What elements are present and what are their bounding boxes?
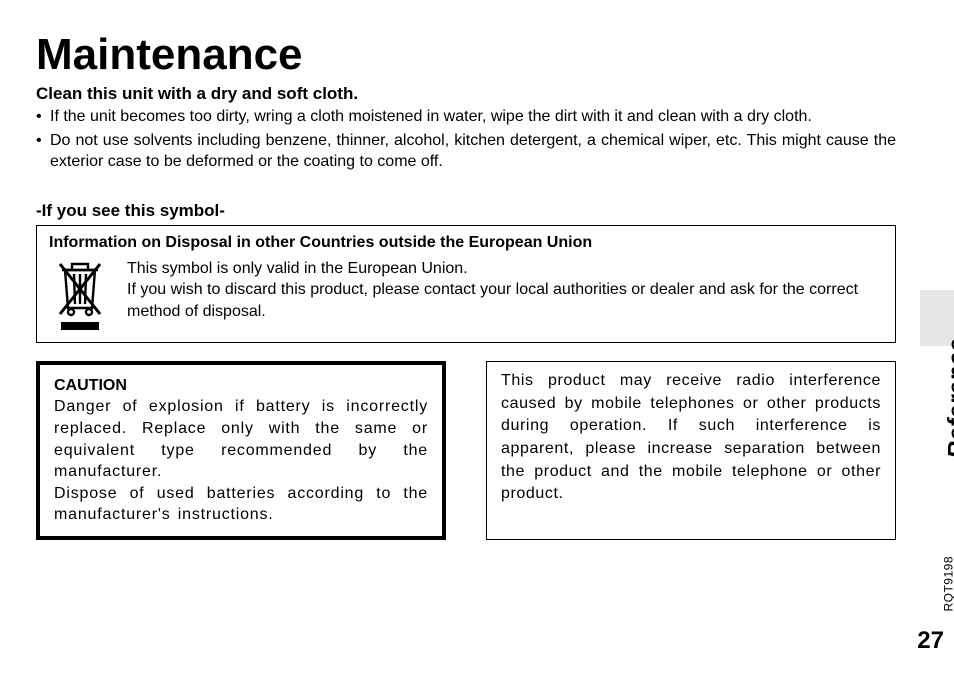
caution-title: CAUTION (54, 375, 428, 397)
caution-p2: Dispose of used batteries according to t… (54, 483, 428, 526)
clean-heading: Clean this unit with a dry and soft clot… (36, 84, 896, 104)
symbol-heading: -If you see this symbol- (36, 201, 896, 221)
page-title: Maintenance (36, 30, 896, 80)
disposal-line2: If you wish to discard this product, ple… (127, 279, 883, 322)
caution-box: CAUTION Danger of explosion if battery i… (36, 361, 446, 540)
disposal-line1: This symbol is only valid in the Europea… (127, 258, 883, 280)
section-label: Reference (944, 338, 954, 459)
clean-bullet-2: Do not use solvents including benzene, t… (50, 130, 896, 173)
clean-bullet-1: If the unit becomes too dirty, wring a c… (50, 106, 896, 128)
manual-page: Maintenance Clean this unit with a dry a… (0, 0, 954, 677)
caution-p1: Danger of explosion if battery is incorr… (54, 396, 428, 482)
doc-code: RQT9198 (942, 556, 954, 612)
disposal-box-title: Information on Disposal in other Countri… (49, 234, 883, 252)
weee-bin-icon (49, 258, 111, 330)
disposal-info-box: Information on Disposal in other Countri… (36, 225, 896, 343)
disposal-text: This symbol is only valid in the Europea… (127, 258, 883, 323)
clean-bullets: If the unit becomes too dirty, wring a c… (36, 106, 896, 173)
interference-box: This product may receive radio interfere… (486, 361, 896, 540)
page-number: 27 (917, 627, 944, 655)
